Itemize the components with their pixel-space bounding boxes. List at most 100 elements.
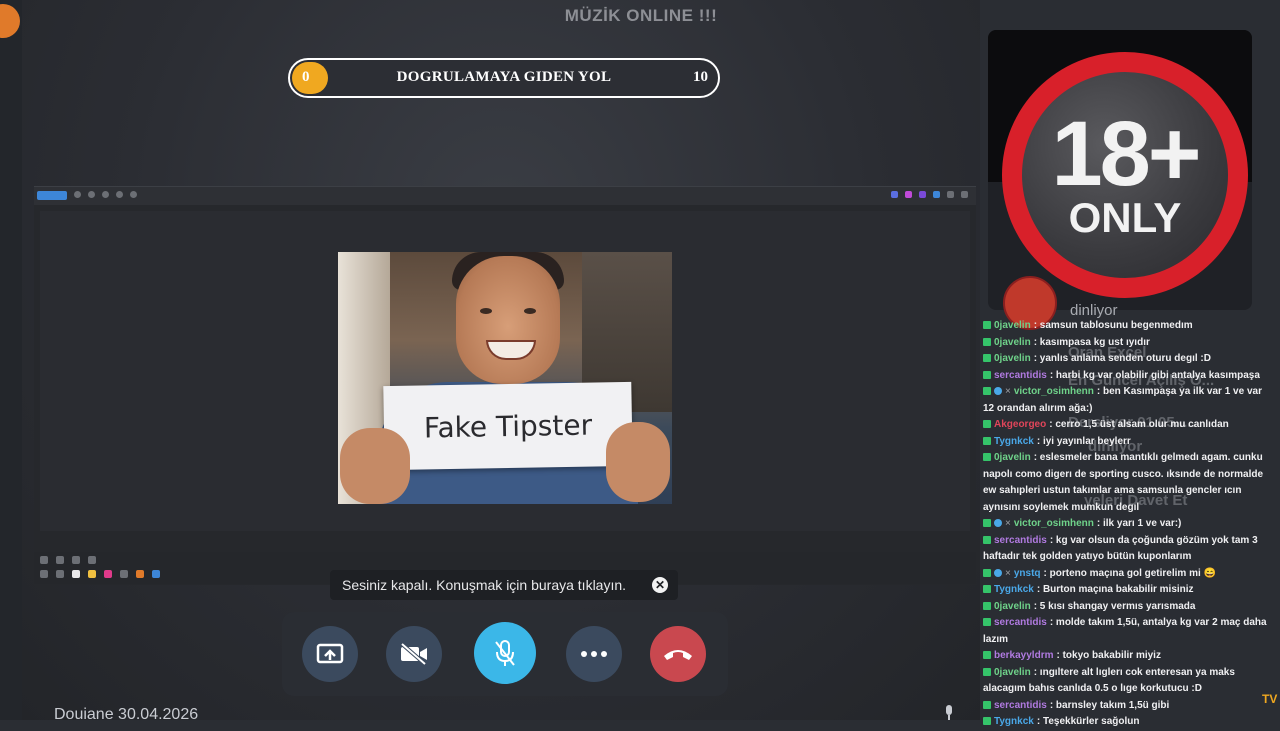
chat-text: : yanlıs anlama senden oturu degıl :D xyxy=(1033,353,1211,364)
shared-toolbar-icons xyxy=(74,191,137,198)
chat-text: : samsun tablosunu begenmedım xyxy=(1033,320,1193,331)
chat-message: Akgeorgeo: cerro 1,5 üst alsam olur mu c… xyxy=(983,417,1273,434)
badge-only: ONLY xyxy=(1068,194,1182,241)
chat-username[interactable]: 0javelin xyxy=(994,337,1031,348)
shared-toolbar-tab xyxy=(37,191,67,200)
chat-badge-icon xyxy=(983,618,991,626)
muted-notice-toast[interactable]: Sesiniz kapalı. Konuşmak için buraya tık… xyxy=(330,570,678,600)
chat-message: berkayyldrm: tokyo bakabilir miyiz xyxy=(983,648,1273,665)
chat-username[interactable]: Tygnkck xyxy=(994,436,1034,447)
chat-username[interactable]: 0javelin xyxy=(994,353,1031,364)
chat-text: : 5 kısı shangay vermıs yarısmada xyxy=(1033,600,1196,612)
chat-username[interactable]: ynstq xyxy=(1014,568,1041,579)
chat-badge-icon xyxy=(994,519,1002,527)
more-options-button[interactable] xyxy=(566,626,622,682)
chat-username[interactable]: 0javelin xyxy=(994,452,1031,463)
chat-badge-icon xyxy=(983,667,991,676)
adults-only-badge: 18+ ONLY xyxy=(1002,52,1248,298)
chat-username[interactable]: victor_osimhenn xyxy=(1014,518,1094,529)
chat-message: 0javelin: 5 kısı shangay vermıs yarısmad… xyxy=(983,599,1273,616)
chat-badge-icon xyxy=(983,354,991,362)
camera-off-button[interactable] xyxy=(386,626,442,682)
chat-username[interactable]: Tygnkck xyxy=(994,584,1034,595)
sign-text: Fake Tipster xyxy=(423,408,593,444)
chat-feed: 0javelin: samsun tablosunu begenmedım 0ja… xyxy=(983,318,1273,731)
fake-tipster-image: Fake Tipster xyxy=(338,252,672,504)
chat-username[interactable]: sercantidis xyxy=(994,535,1047,546)
progress-label: DOGRULAMAYA GIDEN YOL xyxy=(396,69,612,85)
footer-date: Douiane 30.04.2026 xyxy=(54,706,199,723)
left-edge xyxy=(0,0,22,720)
chat-username[interactable]: 0javelin xyxy=(994,320,1031,331)
chat-text: : harbi kg var olabilir gibi antalya kas… xyxy=(1049,369,1260,381)
chat-badge-icon xyxy=(983,321,991,329)
mic-icon xyxy=(946,705,952,720)
chat-text: : Burton maçına bakabilir misiniz xyxy=(1036,584,1194,595)
shared-toolbar-right-icons xyxy=(891,191,968,198)
chat-text: : cerro 1,5 üst alsam olur mu canlıdan xyxy=(1049,419,1229,430)
screen-share-icon xyxy=(316,643,344,664)
chat-username[interactable]: sercantidis xyxy=(994,700,1047,711)
chat-badge-icon xyxy=(983,420,991,428)
chat-message: Tygnkck: Burton maçına bakabilir misiniz xyxy=(983,582,1273,599)
chat-message: 0javelin: eslesmeler bana mantıklı gelme… xyxy=(983,450,1273,516)
chat-username[interactable]: Tygnkck xyxy=(994,716,1034,727)
listening-status: dinliyor xyxy=(1070,302,1118,319)
chat-message: sercantidis: barnsley takım 1,5ü gibi xyxy=(983,698,1273,715)
mute-button[interactable] xyxy=(474,622,536,684)
chat-badge-icon xyxy=(983,568,991,577)
hang-up-button[interactable] xyxy=(650,626,706,682)
tv-watermark: TV xyxy=(1262,692,1278,706)
tipster-sign: Fake Tipster xyxy=(383,381,633,471)
chat-message: sercantidis: kg var olsun da çoğunda göz… xyxy=(983,533,1273,566)
progress-end-value: 10 xyxy=(693,69,708,85)
chat-badge-icon xyxy=(983,585,991,593)
chat-message: 0javelin: ıngıltere alt lıglerı cok ente… xyxy=(983,665,1273,698)
video-off-icon xyxy=(400,642,427,666)
share-screen-button[interactable] xyxy=(302,626,358,682)
muted-notice-text[interactable]: Sesiniz kapalı. Konuşmak için buraya tık… xyxy=(342,577,626,593)
chat-text: : tokyo bakabilir miyiz xyxy=(1056,650,1161,661)
chat-badge-icon xyxy=(983,535,991,544)
chat-username[interactable]: 0javelin xyxy=(994,667,1031,678)
chat-badge-icon xyxy=(983,436,991,445)
chat-text: : ilk yarı 1 ve var:) xyxy=(1096,518,1182,529)
chat-badge-icon xyxy=(983,519,991,527)
call-controls-bar xyxy=(282,612,728,696)
chat-message: × victor_osimhenn: ilk yarı 1 ve var:) xyxy=(983,516,1273,533)
chat-badge-icon xyxy=(983,370,991,379)
chat-message: 0javelin: yanlıs anlama senden oturu deg… xyxy=(983,351,1273,368)
chat-badge-icon xyxy=(983,337,991,346)
chat-badge-icon xyxy=(983,601,991,610)
chat-username[interactable]: 0javelin xyxy=(994,601,1031,612)
chat-username[interactable]: sercantidis xyxy=(994,370,1047,381)
phone-hangup-icon xyxy=(664,650,692,660)
chat-badge-icon: × xyxy=(1005,518,1011,529)
chat-text: : Teşekkürler sağolun xyxy=(1036,716,1140,727)
chat-username[interactable]: sercantidis xyxy=(994,617,1047,628)
chat-badge-icon xyxy=(994,387,1002,395)
chat-badge-icon xyxy=(983,453,991,461)
chat-badge-icon: × xyxy=(1005,567,1011,579)
chat-badge-icon xyxy=(983,387,991,395)
chat-message: sercantidis: molde takım 1,5ü, antalya k… xyxy=(983,615,1273,648)
chat-text: : iyi yayınlar beylerr xyxy=(1036,435,1131,447)
chat-username[interactable]: berkayyldrm xyxy=(994,650,1053,661)
close-icon[interactable]: ✕ xyxy=(652,577,668,593)
chat-badge-icon xyxy=(983,651,991,659)
chat-message: 0javelin: kasımpasa kg ust ıyıdır xyxy=(983,335,1273,352)
verification-progress-bar: 0 DOGRULAMAYA GIDEN YOL 10 xyxy=(288,58,720,98)
chat-text: : barnsley takım 1,5ü gibi xyxy=(1049,699,1170,711)
chat-text: : porteno maçına gol getirelim mi 😄 xyxy=(1043,567,1216,579)
chat-message: 0javelin: samsun tablosunu begenmedım xyxy=(983,318,1273,335)
chat-message: Tygnkck: Teşekkürler sağolun xyxy=(983,714,1273,731)
shared-screen-toolbar xyxy=(34,187,976,205)
chat-username[interactable]: victor_osimhenn xyxy=(1014,386,1094,397)
chat-username[interactable]: Akgeorgeo xyxy=(994,419,1046,430)
chat-message: Tygnkck: iyi yayınlar beylerr xyxy=(983,434,1273,451)
chat-badge-icon: × xyxy=(1005,386,1011,397)
chat-badge-icon xyxy=(983,717,991,725)
badge-18-plus: 18+ xyxy=(1051,103,1201,205)
chat-message: × victor_osimhenn: ben Kasımpaşa ya ilk v… xyxy=(983,384,1273,417)
mic-off-icon xyxy=(495,640,515,666)
